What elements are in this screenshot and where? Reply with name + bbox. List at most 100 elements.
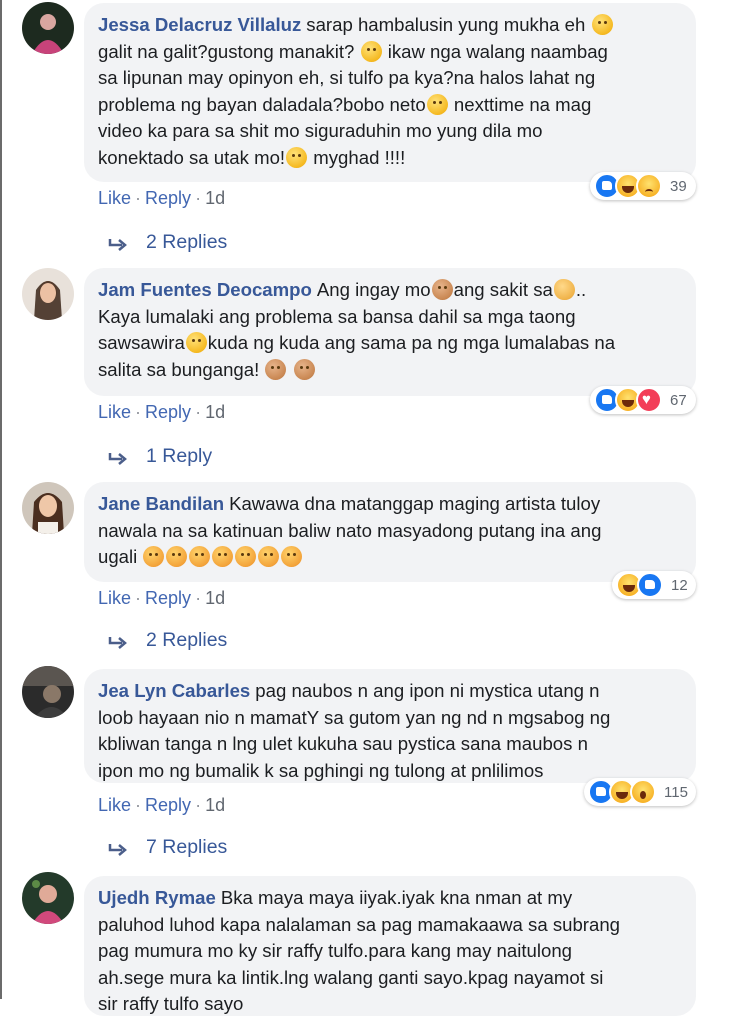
- separator-dot: ·: [195, 795, 202, 815]
- ear-emoji-icon: [553, 279, 575, 300]
- replies-count-label: 7 Replies: [146, 836, 228, 858]
- view-replies-link[interactable]: 2 Replies: [106, 231, 227, 254]
- reply-arrow-icon: [108, 843, 127, 856]
- profile-photo: [22, 872, 74, 924]
- profile-photo: [22, 268, 74, 320]
- comment-text-run: ..: [575, 279, 587, 300]
- comment-actions: Like · Reply · 1d: [98, 188, 225, 209]
- comment-text-run: paluhod luhod kapa nalalaman sa pag mama…: [98, 913, 621, 935]
- comment-text-run: ikaw nga walang naambag: [382, 40, 608, 62]
- comment-text-run: ang sakit sa: [453, 279, 553, 300]
- laugh-emoji-icon: [360, 40, 382, 62]
- comment-text-run: [287, 359, 292, 380]
- replies-count-label: 1 Reply: [146, 445, 213, 467]
- comment-bubble: Jam Fuentes Deocampo Ang ingay mo ang saki…: [84, 268, 696, 396]
- comment-text-run: nawala na sa katinuan baliw nato masyado…: [98, 519, 602, 541]
- reaction-count: 39: [670, 177, 687, 195]
- comment-bubble: Ujedh Rymae Bka maya maya iiyak.iyak kna …: [84, 876, 696, 1016]
- comment-text-run: sir raffy tulfo sayo: [98, 993, 244, 1014]
- separator-dot: ·: [135, 588, 142, 608]
- comment-time[interactable]: 1d: [205, 795, 225, 815]
- comment-text-run: konektado sa utak mo!: [98, 146, 286, 168]
- comment-actions: Like · Reply · 1d: [98, 588, 225, 609]
- eyeroll-emoji-icon: [426, 93, 448, 115]
- comment-bubble: Jane Bandilan Kawawa dna matanggap maging…: [84, 482, 696, 582]
- comment-text-run: kbliwan tanga n lng ulet kukuha sau pyst…: [98, 733, 588, 754]
- angry-emoji-icon: [235, 546, 257, 567]
- like-link[interactable]: Like: [98, 402, 131, 422]
- like-link[interactable]: Like: [98, 188, 131, 208]
- comment-text-run: ugali: [98, 546, 143, 567]
- reply-arrow-icon: [108, 452, 127, 465]
- comment-text-run: nexttime na mag: [448, 93, 592, 115]
- window-border: [0, 0, 2, 999]
- comment-actions: Like · Reply · 1d: [98, 402, 225, 423]
- angry-emoji-icon: [189, 546, 211, 567]
- comment-text-run: sarap hambalusin yung mukha eh: [306, 14, 591, 35]
- comment-time[interactable]: 1d: [205, 402, 225, 422]
- comment-text-run: ah.sege mura ka lintik.lng walang ganti …: [98, 966, 604, 988]
- separator-dot: ·: [135, 188, 142, 208]
- comment-author[interactable]: Jessa Delacruz Villaluz: [98, 14, 301, 35]
- view-replies-link[interactable]: 2 Replies: [106, 629, 227, 652]
- reply-link[interactable]: Reply: [145, 795, 191, 815]
- comment-text-run: problema ng bayan daladala?bobo neto: [98, 93, 426, 115]
- avatar[interactable]: [22, 482, 74, 534]
- profile-photo: [22, 2, 74, 54]
- angry-emoji-icon: [258, 546, 280, 567]
- comment-text: sarap hambalusin yung mukha eh galit na …: [98, 14, 614, 168]
- comment-text-run: video ka para sa shit mo siguraduhin mo …: [98, 120, 543, 141]
- comment-text-run: Bka maya maya iiyak.iyak kna nman at my: [220, 887, 573, 908]
- avatar[interactable]: [22, 268, 74, 320]
- reactions-summary[interactable]: 12: [612, 571, 696, 599]
- comment-bubble: Jea Lyn Cabarles pag naubos n ang ipon ni…: [84, 669, 696, 783]
- reactions-summary[interactable]: 115: [584, 778, 696, 806]
- reply-link[interactable]: Reply: [145, 588, 191, 608]
- profile-photo: [22, 666, 74, 718]
- reply-link[interactable]: Reply: [145, 188, 191, 208]
- comment-author[interactable]: Ujedh Rymae: [98, 887, 216, 908]
- like-link[interactable]: Like: [98, 795, 131, 815]
- comment-text-run: Kaya lumalaki ang problema sa bansa dahi…: [98, 305, 576, 327]
- like-link[interactable]: Like: [98, 588, 131, 608]
- reactions-summary[interactable]: 67: [590, 386, 696, 414]
- avatar[interactable]: [22, 872, 74, 924]
- angry-emoji-icon: [143, 546, 165, 567]
- reply-link[interactable]: Reply: [145, 402, 191, 422]
- comment-time[interactable]: 1d: [205, 588, 225, 608]
- comment-text-run: loob hayaan nio n mamatY sa gutom yan ng…: [98, 706, 611, 728]
- view-replies-link[interactable]: 1 Reply: [106, 445, 212, 468]
- comment-time[interactable]: 1d: [205, 188, 225, 208]
- comment-author[interactable]: Jam Fuentes Deocampo: [98, 279, 312, 300]
- reply-arrow-icon: [108, 238, 127, 251]
- reactions-summary[interactable]: 39: [590, 172, 696, 200]
- wink-emoji-icon: [185, 332, 207, 353]
- comment-author[interactable]: Jea Lyn Cabarles: [98, 680, 250, 701]
- see-no-evil-monkey-emoji-icon: [293, 358, 315, 380]
- comment-text-run: kuda ng kuda ang sama pa ng mga lumalaba…: [207, 332, 616, 353]
- avatar[interactable]: [22, 666, 74, 718]
- profile-photo: [22, 482, 74, 534]
- reply-arrow-icon: [108, 636, 127, 649]
- replies-count-label: 2 Replies: [146, 629, 228, 651]
- sad-icon: [636, 173, 662, 199]
- separator-dot: ·: [135, 402, 142, 422]
- comment-text-run: pag mumura mo ky sir raffy tulfo.para ka…: [98, 940, 573, 961]
- reaction-count: 115: [664, 783, 688, 801]
- comment-text-run: pag naubos n ang ipon ni mystica utang n: [255, 680, 600, 701]
- joy-emoji-icon: [591, 14, 613, 35]
- love-icon: [636, 387, 662, 413]
- reaction-count: 67: [670, 391, 687, 409]
- like-icon: [637, 572, 663, 598]
- separator-dot: ·: [195, 402, 202, 422]
- view-replies-link[interactable]: 7 Replies: [106, 836, 227, 859]
- separator-dot: ·: [195, 588, 202, 608]
- separator-dot: ·: [195, 188, 202, 208]
- comment-author[interactable]: Jane Bandilan: [98, 493, 224, 514]
- angry-emoji-icon: [212, 546, 234, 567]
- comment-text-run: Ang ingay mo: [316, 279, 431, 300]
- comment-actions: Like · Reply · 1d: [98, 795, 225, 816]
- avatar[interactable]: [22, 2, 74, 54]
- reaction-count: 12: [671, 576, 688, 594]
- see-no-evil-monkey-emoji-icon: [431, 279, 453, 300]
